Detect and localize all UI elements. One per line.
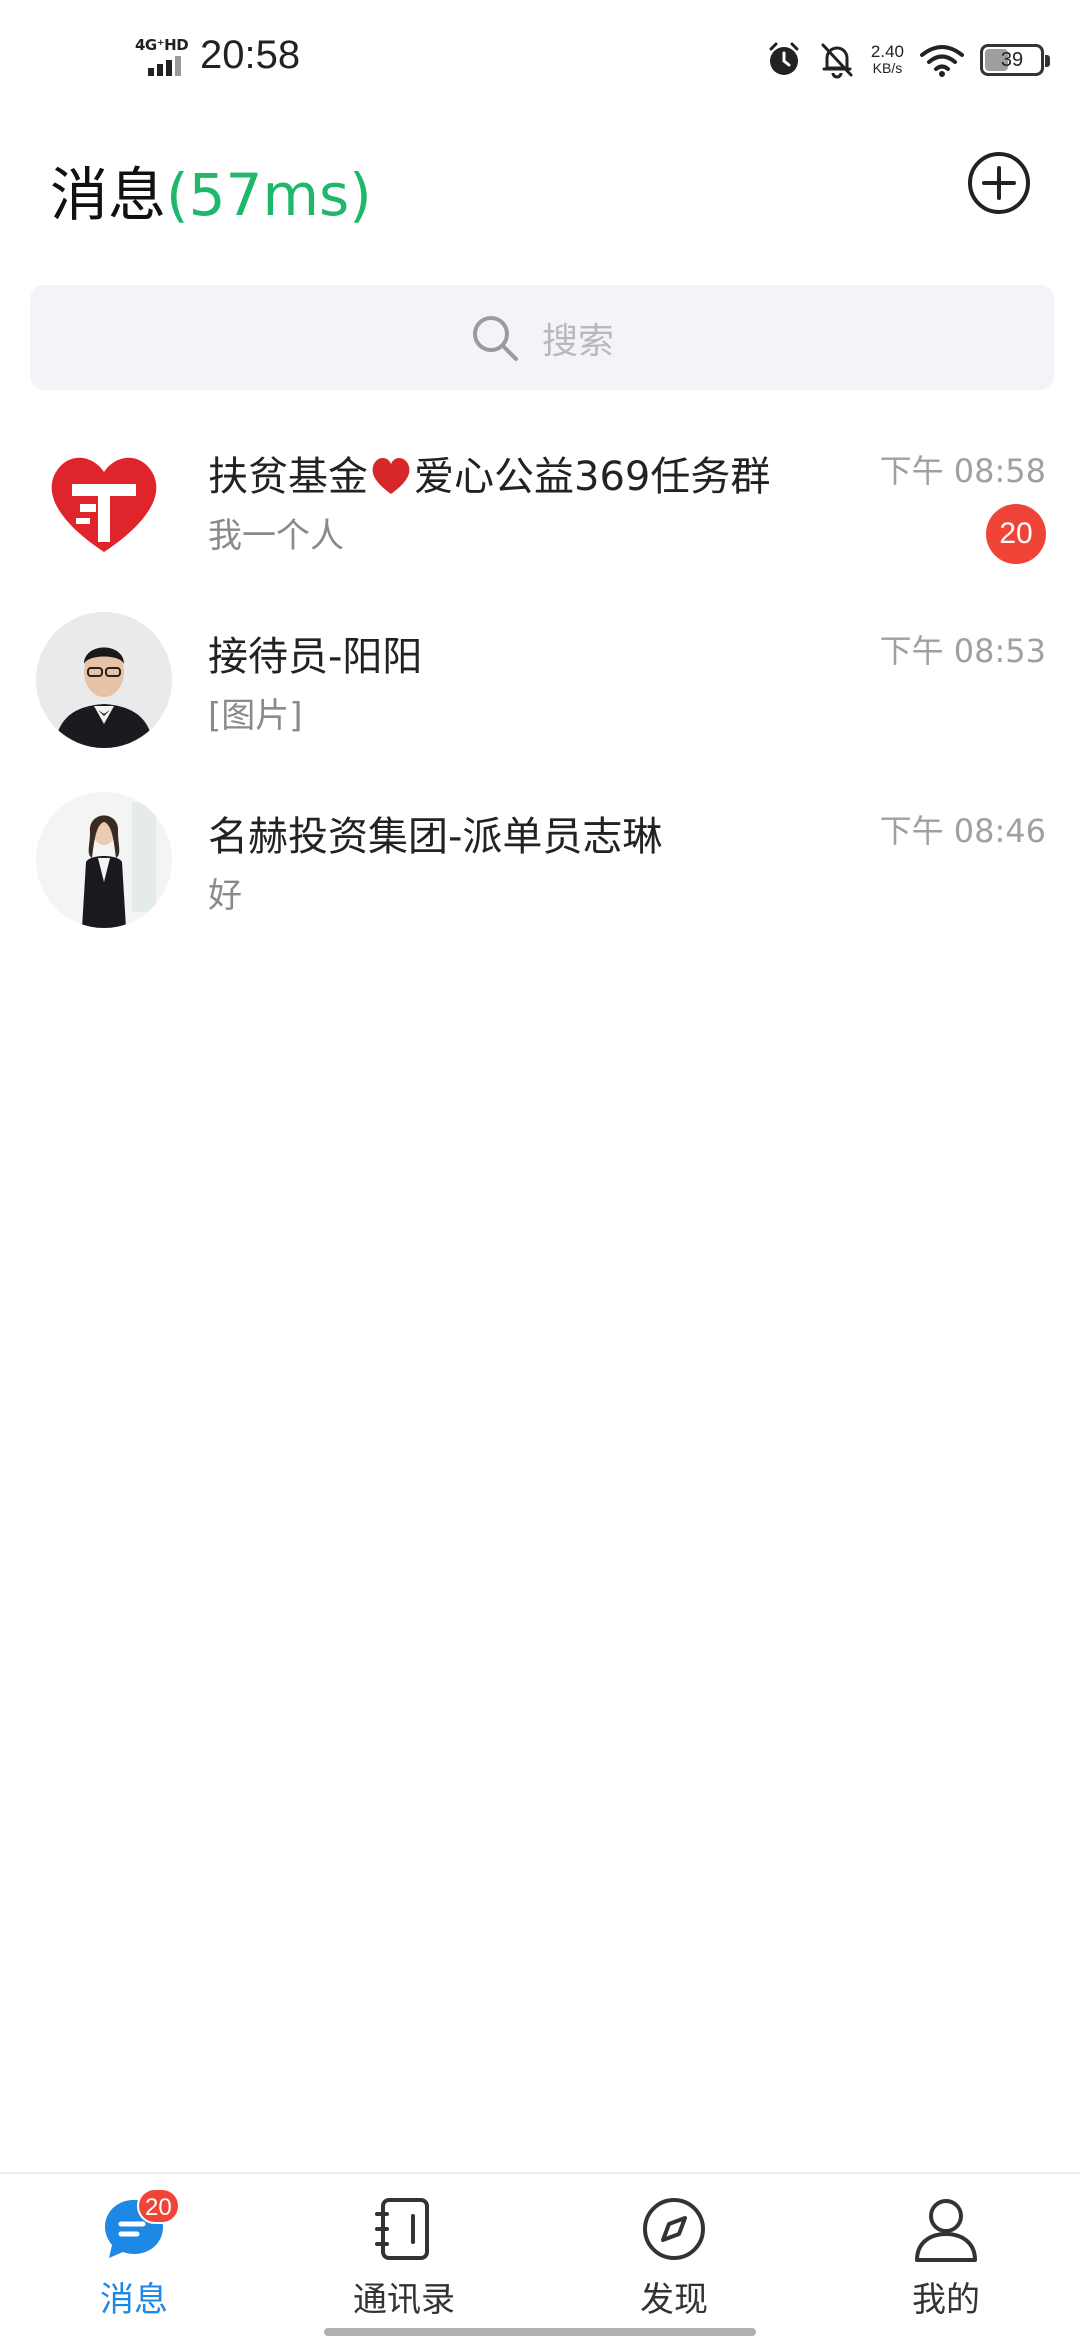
user-icon xyxy=(911,2194,981,2264)
notifications-off-icon xyxy=(821,43,853,79)
chat-name-part2: 爱心公益369任务群 xyxy=(414,454,771,500)
tab-messages-label: 消息 xyxy=(100,2280,168,2320)
header: 消息(57ms) xyxy=(0,130,1080,250)
tab-me[interactable]: 我的 xyxy=(846,2194,1046,2324)
search-input[interactable]: 搜索 xyxy=(30,285,1054,390)
search-icon xyxy=(472,315,518,361)
tab-contacts-label: 通讯录 xyxy=(353,2280,455,2320)
network-type: 4G⁺HD xyxy=(135,36,189,54)
contacts-book-icon xyxy=(369,2194,439,2264)
tab-contacts[interactable]: 通讯录 xyxy=(304,2194,504,2324)
status-time: 20:58 xyxy=(200,33,301,77)
home-indicator[interactable] xyxy=(324,2328,756,2336)
chat-item[interactable]: 接待员-阳阳 [图片] 下午 08:53 xyxy=(0,600,1080,780)
tab-me-label: 我的 xyxy=(912,2280,980,2320)
heart-logo-icon xyxy=(51,457,157,552)
chat-item[interactable]: 扶贫基金 爱心公益369任务群 我一个人 下午 08:58 20 xyxy=(0,420,1080,600)
avatar-man-drawing xyxy=(36,612,172,748)
chat-list: 扶贫基金 爱心公益369任务群 我一个人 下午 08:58 20 接待员-阳阳 [… xyxy=(0,420,1080,960)
network-speed: 2.40 KB/s xyxy=(871,43,904,77)
user-icon-svg xyxy=(915,2199,977,2262)
chat-name: 接待员-阳阳 xyxy=(208,634,423,680)
chat-name-part1: 扶贫基金 xyxy=(208,454,368,500)
alarm-icon xyxy=(769,42,799,75)
battery-level: 39 xyxy=(1000,48,1024,71)
tab-messages[interactable]: 20 消息 xyxy=(34,2188,234,2324)
man-in-suit-photo xyxy=(36,612,172,748)
tab-discover-label: 发现 xyxy=(640,2280,708,2320)
chat-preview: 我一个人 xyxy=(208,516,344,556)
page-title: 消息(57ms) xyxy=(50,148,372,232)
wifi-icon xyxy=(920,45,964,77)
network-speed-unit: KB/s xyxy=(872,60,903,76)
battery-icon: 39 xyxy=(980,44,1050,76)
status-bar: 4G⁺HD 20:58 2.40 KB/s 39 xyxy=(0,0,1080,120)
unread-badge: 20 xyxy=(986,504,1046,564)
ping-latency: (57ms) xyxy=(166,161,372,229)
chat-preview: [图片] xyxy=(208,696,303,736)
heart-icon xyxy=(372,458,410,494)
avatar-woman-drawing xyxy=(36,792,172,928)
add-button[interactable] xyxy=(966,150,1032,216)
network-speed-value: 2.40 xyxy=(870,42,904,61)
chat-name: 名赫投资集团-派单员志琳 xyxy=(208,814,663,860)
chat-item[interactable]: 名赫投资集团-派单员志琳 好 下午 08:46 xyxy=(0,780,1080,960)
compass-icon-svg xyxy=(643,2198,705,2260)
bottom-nav: 20 消息 通讯录 发现 我的 xyxy=(0,2172,1080,2340)
chat-bubble-icon: 20 xyxy=(99,2188,180,2264)
woman-in-suit-photo xyxy=(36,792,172,928)
group-avatar xyxy=(36,432,172,568)
chat-preview: 好 xyxy=(208,876,242,916)
signal-icon xyxy=(148,56,184,76)
compass-icon xyxy=(639,2194,709,2264)
tab-discover[interactable]: 发现 xyxy=(574,2194,774,2324)
messages-badge: 20 xyxy=(137,2188,180,2224)
chat-time: 下午 08:53 xyxy=(879,632,1046,670)
status-right: 2.40 KB/s 39 xyxy=(765,38,1050,82)
page-title-text: 消息 xyxy=(50,161,167,229)
chat-time: 下午 08:46 xyxy=(879,812,1046,850)
search-placeholder: 搜索 xyxy=(541,320,614,362)
chat-time: 下午 08:58 xyxy=(879,452,1046,490)
chat-name: 扶贫基金 爱心公益369任务群 xyxy=(208,444,770,502)
contacts-book-icon-svg xyxy=(375,2198,429,2260)
